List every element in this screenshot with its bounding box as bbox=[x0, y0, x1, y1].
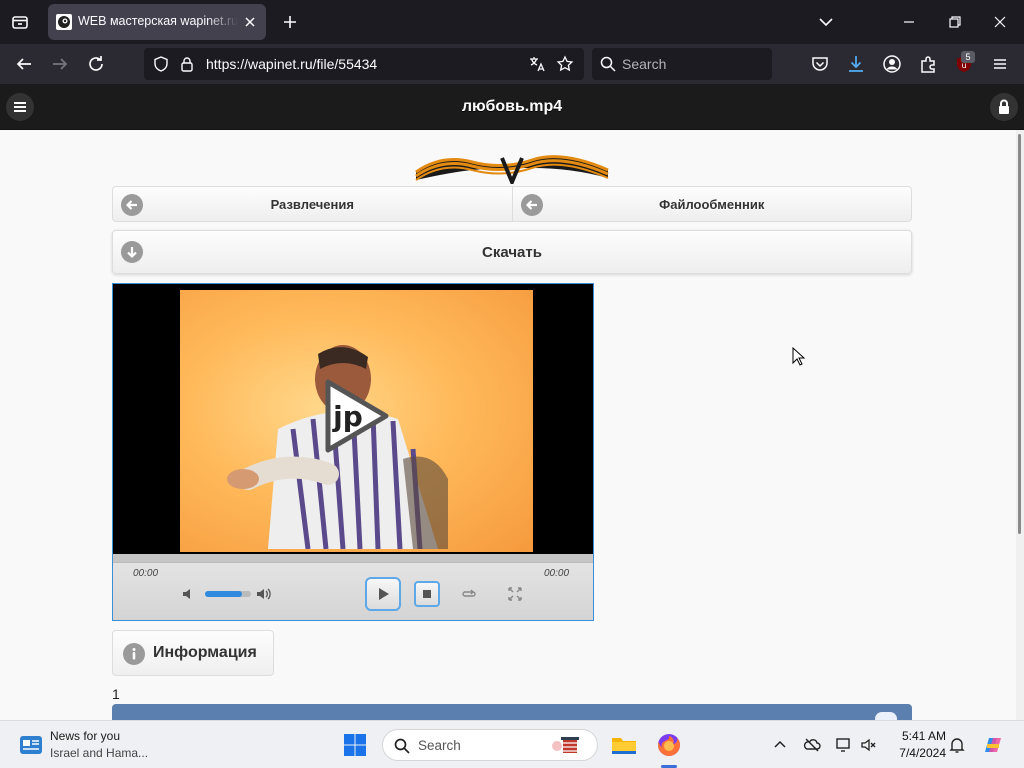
restore-icon[interactable] bbox=[941, 8, 969, 36]
clock-date[interactable]: 7/4/2024 bbox=[890, 746, 946, 760]
pocket-icon[interactable] bbox=[809, 53, 831, 75]
tab-list-icon[interactable] bbox=[8, 10, 32, 34]
page-content: Развлечения Файлообменник Скачать jp 00:… bbox=[0, 130, 1016, 720]
player-controls: 00:00 00:00 bbox=[113, 554, 593, 620]
volume-max-icon[interactable] bbox=[256, 586, 272, 602]
firefox-icon[interactable] bbox=[653, 729, 685, 761]
download-label: Скачать bbox=[482, 244, 542, 261]
extension-badge: 5 bbox=[961, 51, 975, 63]
browser-nav-bar: https://wapinet.ru/file/55434 Search u bbox=[0, 44, 1024, 84]
reload-icon[interactable] bbox=[84, 52, 108, 76]
page-scrollbar[interactable] bbox=[1016, 130, 1024, 720]
download-icon[interactable] bbox=[845, 53, 867, 75]
toggle-pill[interactable] bbox=[875, 712, 897, 720]
extensions-icon[interactable] bbox=[917, 53, 939, 75]
windows-start-icon[interactable] bbox=[343, 733, 367, 757]
url-text[interactable]: https://wapinet.ru/file/55434 bbox=[206, 56, 377, 72]
file-explorer-icon[interactable] bbox=[608, 729, 640, 761]
nav-button-file-exchange[interactable]: Файлообменник bbox=[512, 186, 912, 222]
taskbar: News for you Israel and Hama... Search 5… bbox=[0, 720, 1024, 768]
close-icon[interactable] bbox=[240, 12, 260, 32]
nav-button-entertainment[interactable]: Развлечения bbox=[112, 186, 513, 222]
category-nav: Развлечения Файлообменник bbox=[112, 186, 912, 222]
info-label: Информация bbox=[153, 644, 257, 661]
chevron-down-icon[interactable] bbox=[814, 10, 838, 34]
st-george-ribbon-icon bbox=[412, 148, 612, 184]
clock-time[interactable]: 5:41 AM bbox=[890, 729, 946, 743]
copilot-icon[interactable] bbox=[980, 732, 1006, 758]
back-arrow-icon[interactable] bbox=[12, 52, 36, 76]
browser-tab[interactable]: WEB мастерская wapinet.ru - любовь.mp4 bbox=[48, 4, 266, 40]
volume-fill bbox=[205, 591, 242, 597]
search-highlight-icon bbox=[547, 734, 587, 758]
news-widget-icon[interactable] bbox=[18, 732, 44, 758]
play-button[interactable] bbox=[365, 577, 401, 611]
site-header: любовь.mp4 bbox=[0, 84, 1024, 130]
info-button[interactable]: Информация bbox=[112, 630, 274, 676]
search-placeholder: Search bbox=[622, 56, 667, 72]
video-viewport[interactable]: jp bbox=[113, 284, 593, 554]
page-title: любовь.mp4 bbox=[461, 98, 563, 115]
lock-icon[interactable] bbox=[990, 93, 1018, 121]
nav-button-label: Файлообменник bbox=[659, 197, 765, 212]
play-overlay-icon[interactable]: jp bbox=[318, 376, 392, 456]
star-icon[interactable] bbox=[556, 55, 574, 73]
search-icon bbox=[599, 55, 617, 73]
lock-icon[interactable] bbox=[178, 55, 196, 73]
url-bar[interactable]: https://wapinet.ru/file/55434 bbox=[144, 48, 584, 80]
forward-arrow-icon[interactable] bbox=[48, 52, 72, 76]
browser-tab-bar: WEB мастерская wapinet.ru - любовь.mp4 bbox=[0, 0, 1024, 44]
taskbar-search[interactable]: Search bbox=[382, 729, 598, 761]
stop-button[interactable] bbox=[414, 581, 440, 607]
nav-button-label: Развлечения bbox=[270, 197, 354, 212]
taskbar-search-placeholder: Search bbox=[418, 738, 461, 753]
close-window-icon[interactable] bbox=[986, 8, 1014, 36]
news-subtitle[interactable]: Israel and Hama... bbox=[50, 746, 148, 760]
search-icon bbox=[393, 737, 411, 755]
translate-icon[interactable] bbox=[528, 55, 546, 73]
news-title[interactable]: News for you bbox=[50, 729, 120, 743]
volume-muted-icon[interactable] bbox=[860, 736, 878, 754]
duration: 00:00 bbox=[544, 568, 570, 579]
shield-icon[interactable] bbox=[152, 55, 170, 73]
hamburger-menu-icon[interactable] bbox=[989, 53, 1011, 75]
info-count: 1 bbox=[112, 686, 120, 702]
volume-mute-icon[interactable] bbox=[181, 586, 197, 602]
site-favicon-icon bbox=[56, 14, 72, 30]
mouse-cursor-icon bbox=[792, 347, 806, 367]
current-time: 00:00 bbox=[133, 568, 159, 579]
fullscreen-icon[interactable] bbox=[506, 585, 524, 603]
info-circle-icon bbox=[123, 643, 145, 665]
tab-title: WEB мастерская wapinet.ru - любовь.mp4 bbox=[78, 14, 238, 28]
progress-bar[interactable] bbox=[113, 554, 593, 563]
search-bar[interactable]: Search bbox=[592, 48, 772, 80]
video-player[interactable]: jp 00:00 00:00 bbox=[112, 283, 594, 621]
info-table-header bbox=[112, 704, 912, 720]
onedrive-offline-icon[interactable] bbox=[803, 736, 821, 754]
network-display-icon[interactable] bbox=[835, 736, 853, 754]
new-tab-plus-icon[interactable] bbox=[278, 10, 302, 34]
download-button[interactable]: Скачать bbox=[112, 230, 912, 274]
volume-slider[interactable] bbox=[205, 591, 251, 597]
notification-bell-icon[interactable] bbox=[948, 736, 966, 754]
scrollbar-thumb[interactable] bbox=[1018, 134, 1021, 534]
account-icon[interactable] bbox=[881, 53, 903, 75]
minimize-icon[interactable] bbox=[895, 8, 923, 36]
repeat-icon[interactable] bbox=[460, 585, 478, 603]
chevron-up-icon[interactable] bbox=[771, 736, 789, 754]
player-logo: jp bbox=[332, 400, 363, 433]
